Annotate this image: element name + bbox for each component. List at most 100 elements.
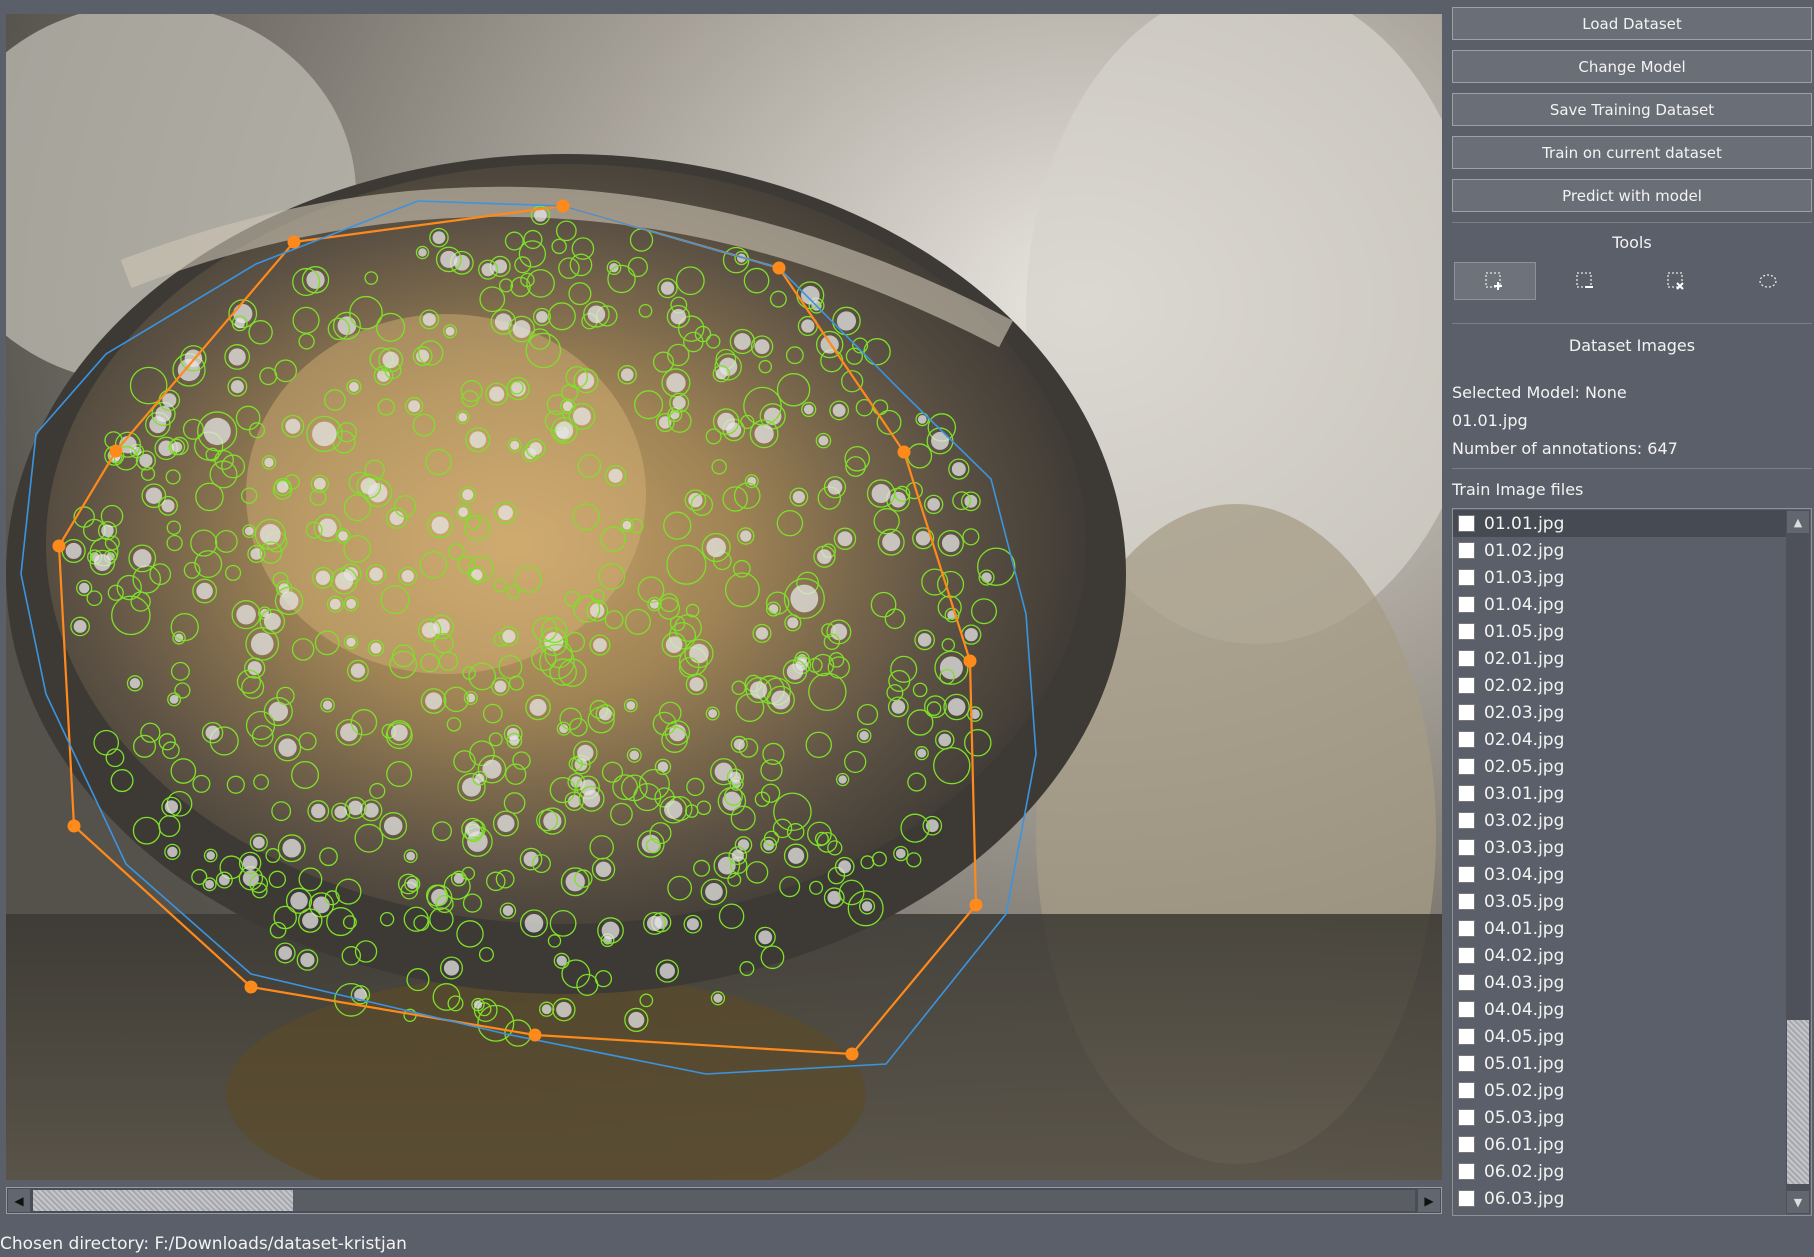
- file-checkbox[interactable]: [1458, 677, 1475, 694]
- bubble: [871, 484, 891, 504]
- add-selection-tool[interactable]: [1454, 262, 1536, 300]
- file-list-item[interactable]: 02.01.jpg: [1453, 645, 1787, 672]
- file-checkbox[interactable]: [1458, 974, 1475, 991]
- polygon-vertex[interactable]: [556, 199, 570, 213]
- change-model-button[interactable]: Change Model: [1452, 50, 1812, 83]
- scroll-right-icon[interactable]: ▶: [1418, 1189, 1440, 1212]
- file-checkbox[interactable]: [1458, 866, 1475, 883]
- ellipse-tool[interactable]: [1727, 262, 1809, 300]
- file-list-item[interactable]: 03.02.jpg: [1453, 807, 1787, 834]
- file-list-item[interactable]: 04.02.jpg: [1453, 942, 1787, 969]
- polygon-vertex[interactable]: [287, 235, 301, 249]
- file-list-item[interactable]: 01.02.jpg: [1453, 537, 1787, 564]
- file-list-item[interactable]: 01.04.jpg: [1453, 591, 1787, 618]
- subtract-selection-icon: [1576, 272, 1593, 288]
- file-checkbox[interactable]: [1458, 758, 1475, 775]
- file-list-item[interactable]: 04.03.jpg: [1453, 969, 1787, 996]
- file-checkbox[interactable]: [1458, 839, 1475, 856]
- file-checkbox[interactable]: [1458, 785, 1475, 802]
- file-list-item[interactable]: 01.05.jpg: [1453, 618, 1787, 645]
- load-dataset-button[interactable]: Load Dataset: [1452, 7, 1812, 40]
- polygon-vertex[interactable]: [963, 654, 977, 668]
- file-list-item[interactable]: 02.02.jpg: [1453, 672, 1787, 699]
- file-checkbox[interactable]: [1458, 650, 1475, 667]
- file-list-item[interactable]: 06.01.jpg: [1453, 1131, 1787, 1158]
- vertical-scroll-thumb[interactable]: [1787, 1020, 1809, 1184]
- polygon-vertex[interactable]: [897, 445, 911, 459]
- file-name-label: 01.04.jpg: [1484, 594, 1565, 615]
- polygon-vertex[interactable]: [52, 539, 66, 553]
- file-checkbox[interactable]: [1458, 569, 1475, 586]
- polygon-vertex[interactable]: [109, 444, 123, 458]
- bubble: [754, 339, 770, 355]
- polygon-vertex[interactable]: [244, 980, 258, 994]
- file-list-item[interactable]: 05.02.jpg: [1453, 1077, 1787, 1104]
- file-checkbox[interactable]: [1458, 623, 1475, 640]
- scroll-down-icon[interactable]: ▼: [1787, 1191, 1809, 1213]
- file-list-item[interactable]: 06.03.jpg: [1453, 1185, 1787, 1212]
- file-checkbox[interactable]: [1458, 542, 1475, 559]
- file-list-item[interactable]: 02.04.jpg: [1453, 726, 1787, 753]
- scroll-left-icon[interactable]: ◀: [8, 1189, 30, 1212]
- file-list-item[interactable]: 01.03.jpg: [1453, 564, 1787, 591]
- delete-selection-tool[interactable]: [1636, 262, 1718, 300]
- image-viewer[interactable]: [6, 14, 1442, 1180]
- bubble: [660, 281, 675, 295]
- file-list-item[interactable]: 04.05.jpg: [1453, 1023, 1787, 1050]
- bubble: [445, 326, 455, 336]
- file-checkbox[interactable]: [1458, 596, 1475, 613]
- file-checkbox[interactable]: [1458, 1055, 1475, 1072]
- bubble: [512, 320, 531, 338]
- file-checkbox[interactable]: [1458, 704, 1475, 721]
- file-checkbox[interactable]: [1458, 1001, 1475, 1018]
- bubble: [672, 396, 686, 410]
- file-list-item[interactable]: 04.01.jpg: [1453, 915, 1787, 942]
- file-checkbox[interactable]: [1458, 731, 1475, 748]
- file-list-item[interactable]: 05.03.jpg: [1453, 1104, 1787, 1131]
- polygon-vertex[interactable]: [67, 819, 81, 833]
- file-checkbox[interactable]: [1458, 1109, 1475, 1126]
- file-checkbox[interactable]: [1458, 1082, 1475, 1099]
- horizontal-scrollbar[interactable]: ◀ ▶: [6, 1187, 1442, 1214]
- file-checkbox[interactable]: [1458, 1190, 1475, 1207]
- polygon-vertex[interactable]: [772, 261, 786, 275]
- train-button[interactable]: Train on current dataset: [1452, 136, 1812, 169]
- horizontal-scroll-track[interactable]: [293, 1190, 1415, 1211]
- bubble: [509, 735, 520, 746]
- file-list-item[interactable]: 03.03.jpg: [1453, 834, 1787, 861]
- bubble: [350, 663, 366, 678]
- predict-button[interactable]: Predict with model: [1452, 179, 1812, 212]
- file-list-item[interactable]: 03.05.jpg: [1453, 888, 1787, 915]
- file-checkbox[interactable]: [1458, 515, 1475, 532]
- file-checkbox[interactable]: [1458, 1136, 1475, 1153]
- file-list-item[interactable]: 03.01.jpg: [1453, 780, 1787, 807]
- bubble: [458, 507, 469, 517]
- bubble: [593, 638, 607, 652]
- scroll-up-icon[interactable]: ▲: [1787, 511, 1809, 533]
- bubble: [659, 963, 676, 979]
- file-checkbox[interactable]: [1458, 1163, 1475, 1180]
- bubble: [758, 930, 773, 945]
- file-checkbox[interactable]: [1458, 893, 1475, 910]
- subtract-selection-tool[interactable]: [1545, 262, 1627, 300]
- file-checkbox[interactable]: [1458, 920, 1475, 937]
- polygon-vertex[interactable]: [528, 1028, 542, 1042]
- horizontal-scroll-thumb[interactable]: [33, 1190, 293, 1211]
- polygon-vertex[interactable]: [845, 1047, 859, 1061]
- file-checkbox[interactable]: [1458, 812, 1475, 829]
- file-checkbox[interactable]: [1458, 1028, 1475, 1045]
- file-list-item[interactable]: 05.01.jpg: [1453, 1050, 1787, 1077]
- file-list-item[interactable]: 02.05.jpg: [1453, 753, 1787, 780]
- annotated-image[interactable]: [6, 14, 1442, 1180]
- file-checkbox[interactable]: [1458, 947, 1475, 964]
- file-name-label: 01.01.jpg: [1484, 513, 1565, 534]
- file-list-item[interactable]: 02.03.jpg: [1453, 699, 1787, 726]
- vertical-scrollbar[interactable]: ▲ ▼: [1786, 510, 1810, 1214]
- file-list-item[interactable]: 03.04.jpg: [1453, 861, 1787, 888]
- save-training-dataset-button[interactable]: Save Training Dataset: [1452, 93, 1812, 126]
- file-list-item[interactable]: 01.01.jpg: [1453, 510, 1787, 537]
- file-list-item[interactable]: 04.04.jpg: [1453, 996, 1787, 1023]
- file-list-item[interactable]: 06.02.jpg: [1453, 1158, 1787, 1185]
- polygon-vertex[interactable]: [969, 898, 983, 912]
- train-image-files-list[interactable]: 01.01.jpg 01.02.jpg 01.03.jpg 01.04.jpg 01.0…: [1452, 508, 1812, 1216]
